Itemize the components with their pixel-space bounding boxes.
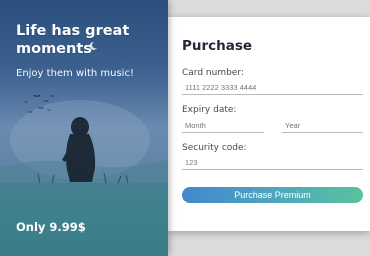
promo-title: Life has great moments <box>16 23 130 57</box>
promo-card: Life has great moments Enjoy them with m… <box>0 0 168 256</box>
card-number-input[interactable] <box>182 80 363 95</box>
expiry-year-input[interactable] <box>282 118 363 133</box>
purchase-screen: Life has great moments Enjoy them with m… <box>0 0 370 256</box>
security-code-label: Security code: <box>182 143 247 153</box>
promo-price: Only 9.99$ <box>16 220 86 234</box>
purchase-premium-button[interactable]: Purchase Premium <box>182 187 363 203</box>
expiry-month-input[interactable] <box>182 118 264 133</box>
purchase-title: Purchase <box>182 38 253 54</box>
purchase-form: Purchase Card number: Expiry date: Secur… <box>168 17 370 231</box>
expiry-date-label: Expiry date: <box>182 105 237 115</box>
promo-subtitle: Enjoy them with music! <box>16 68 134 79</box>
security-code-input[interactable] <box>182 155 363 170</box>
card-number-label: Card number: <box>182 68 244 78</box>
